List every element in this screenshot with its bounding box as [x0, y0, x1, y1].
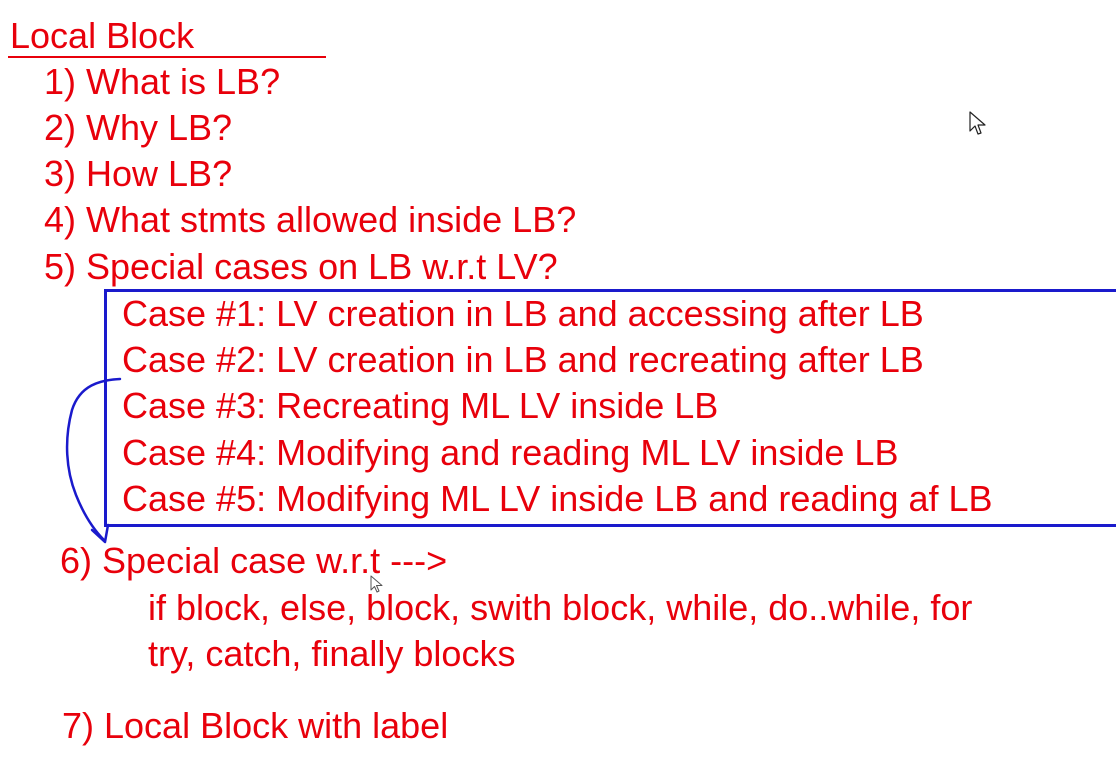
mouse-pointer-icon: [370, 575, 383, 593]
list-item-6: 6) Special case w.r.t --->: [60, 540, 448, 581]
mouse-pointer-icon: [969, 111, 986, 135]
list-item-7: 7) Local Block with label: [62, 705, 449, 746]
list-item-6-detail-2: try, catch, finally blocks: [148, 633, 516, 674]
list-item-6-detail-1: if block, else, block, swith block, whil…: [148, 587, 973, 628]
